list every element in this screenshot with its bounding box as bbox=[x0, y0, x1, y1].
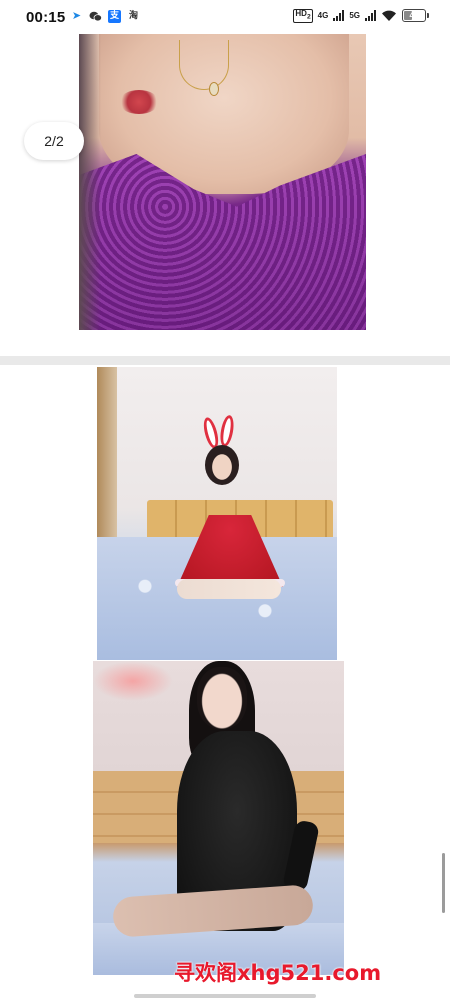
hd-label: HD bbox=[295, 9, 307, 18]
battery-icon: 47 bbox=[402, 9, 429, 23]
network-5g-label: 5G bbox=[349, 10, 360, 20]
bird-icon: ➤ bbox=[71, 10, 82, 22]
figure-face bbox=[197, 667, 247, 729]
status-bar: 00:15 ➤ 支 淘 HD2 4G 5G 47 bbox=[0, 0, 450, 34]
photo-edge-shadow bbox=[79, 34, 101, 330]
system-indicators: HD2 4G 5G 47 bbox=[293, 9, 429, 23]
signal-icon-1 bbox=[333, 10, 345, 22]
bunny-ear-right bbox=[218, 414, 236, 448]
notification-icons: ➤ 支 淘 bbox=[70, 10, 140, 23]
network-4g-label: 4G bbox=[317, 10, 329, 20]
wifi-icon bbox=[382, 10, 396, 21]
figure-legs bbox=[177, 579, 281, 599]
content-image-qipao[interactable] bbox=[93, 661, 344, 975]
signal-icon-2 bbox=[365, 10, 376, 22]
watermark-text: 寻欢阁xhg521.com bbox=[174, 961, 382, 985]
scrollbar-thumb[interactable] bbox=[442, 853, 445, 913]
status-time: 00:15 bbox=[26, 9, 66, 26]
carousel-image[interactable] bbox=[79, 34, 366, 330]
wechat-icon bbox=[89, 10, 102, 23]
figure-head bbox=[205, 445, 239, 485]
battery-level: 47 bbox=[409, 11, 419, 21]
hd-sub: 2 bbox=[306, 13, 311, 21]
content-image-bunny[interactable] bbox=[97, 367, 337, 660]
taobao-icon: 淘 bbox=[128, 11, 138, 21]
hd-voice-badge: HD2 bbox=[293, 9, 313, 23]
light-glow bbox=[93, 661, 173, 701]
page-indicator: 2/2 bbox=[24, 122, 84, 160]
alipay-icon: 支 bbox=[108, 10, 121, 23]
pendant-detail bbox=[209, 82, 219, 96]
home-indicator[interactable] bbox=[134, 994, 316, 998]
tattoo-detail bbox=[119, 90, 159, 114]
necklace-detail bbox=[179, 40, 229, 90]
section-divider bbox=[0, 356, 450, 365]
